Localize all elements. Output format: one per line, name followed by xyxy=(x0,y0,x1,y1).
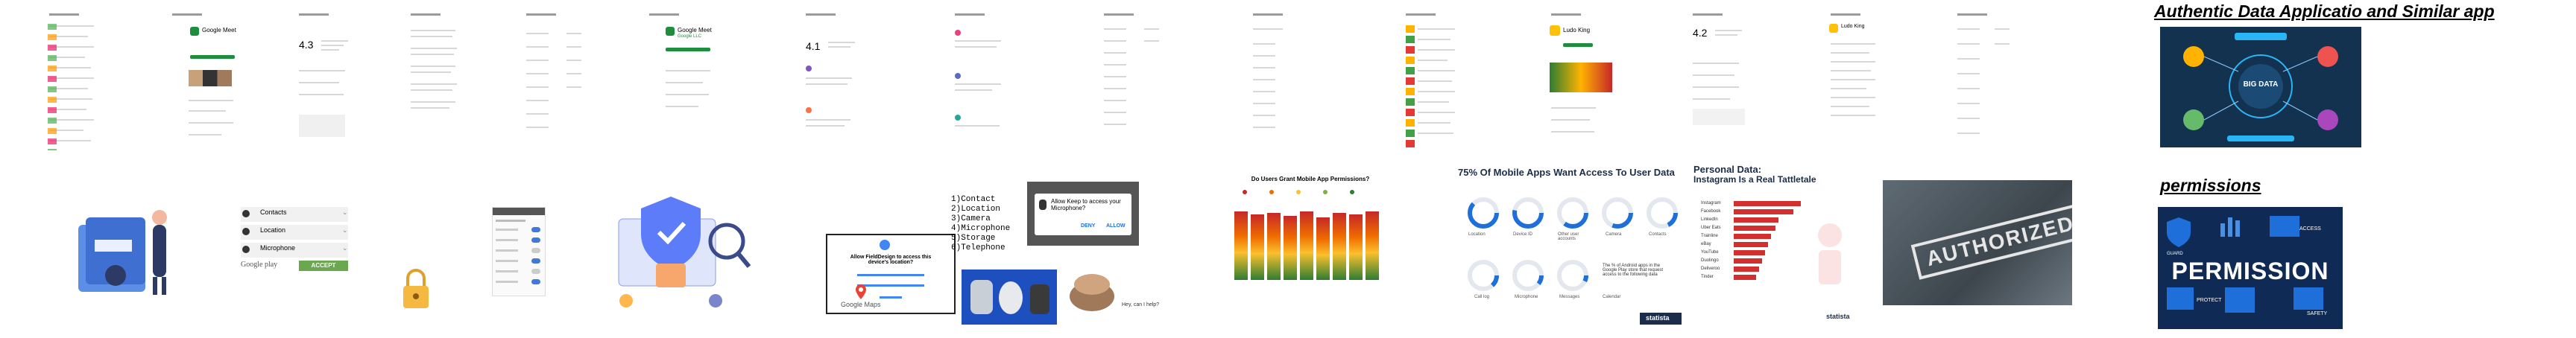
right-panel-title: Authentic Data Applicatio and Similar ap… xyxy=(2154,1,2495,21)
chart-2-label-call-log: Call log xyxy=(1474,295,1490,299)
permission-item-camera: 3)Camera xyxy=(951,214,991,223)
accept-button[interactable]: ACCEPT xyxy=(299,261,348,271)
chart-2-label-messages: Messages xyxy=(1559,295,1580,299)
google-maps-pin-icon xyxy=(856,284,866,299)
chart-2-label-device-id: Device ID xyxy=(1513,232,1533,237)
google-meet-store-screenshot: Google Meet xyxy=(168,10,236,156)
access-label: ACCESS xyxy=(2299,226,2321,232)
chart-2-rings xyxy=(1468,197,1682,325)
google-maps-label: Google Maps xyxy=(841,301,881,308)
permission-headline: PERMISSION xyxy=(2171,258,2329,284)
chart-2-label-other-accounts: Other user accounts xyxy=(1558,232,1579,241)
ratings-screenshot-1: 4.3 xyxy=(294,10,363,156)
permissions-list-screenshot xyxy=(522,10,590,156)
chart-1-title: Do Users Grant Mobile App Permissions? xyxy=(1251,176,1370,182)
app-info-screenshot xyxy=(1953,10,2021,156)
permission-item-microphone: 4)Microphone xyxy=(951,224,1011,233)
data-safety-screenshot xyxy=(1099,10,1168,156)
chart-2-label-calendar: Calendar xyxy=(1603,295,1621,299)
chart-2-label-camera: Camera xyxy=(1606,232,1622,237)
top-secret-illustration xyxy=(71,195,198,299)
chart-2-note: The % of Android apps in the Google Play… xyxy=(1603,264,1664,277)
app-permissions-settings-screenshot xyxy=(492,207,546,296)
chart-1-bars xyxy=(1234,190,1379,280)
app-list-screenshot xyxy=(45,10,113,156)
microphone-label: Microphone xyxy=(260,244,296,252)
chevron-down-icon[interactable]: ⌄ xyxy=(342,208,348,217)
padlock-icon xyxy=(400,268,432,310)
keep-dialog-screenshot: Allow Keep to access your Microphone? DE… xyxy=(1027,182,1139,246)
location-label: Location xyxy=(260,226,286,234)
permission-list: 1)Contact 2)Location 3)Camera 4)Micropho… xyxy=(951,195,1010,253)
ratings-screenshot-3: 4.2 xyxy=(1688,10,1757,156)
top-secret-folder-icon xyxy=(78,210,167,295)
authorized-stamp-image: AUTHORIZED xyxy=(1883,180,2072,305)
deny-button[interactable]: DENY xyxy=(1081,223,1095,229)
google-play-label: Google play xyxy=(241,261,278,269)
permission-item-contact: 1)Contact xyxy=(951,195,996,204)
contacts-label: Contacts xyxy=(260,208,287,216)
authorized-stamp: AUTHORIZED xyxy=(1910,203,2072,280)
reviews-screenshot xyxy=(406,10,475,156)
guard-label: GUARD xyxy=(2167,252,2183,256)
permission-request-card: Contacts ⌄ Location ⌄ Microphone ⌄ Googl… xyxy=(235,203,354,273)
permission-item-telephone: 6)Telephone xyxy=(951,243,1006,252)
security-shield-illustration xyxy=(604,189,753,316)
safety-label: SAFETY xyxy=(2307,311,2328,316)
protect-label: PROTECT xyxy=(2197,298,2222,303)
keep-dialog-text: Allow Keep to access your Microphone? xyxy=(1051,198,1121,211)
big-data-tile: BIG DATA xyxy=(2160,27,2361,147)
microphone-icon xyxy=(1039,200,1046,210)
location-pin-icon xyxy=(880,240,890,250)
chart-permissions-granted: Do Users Grant Mobile App Permissions? xyxy=(1230,176,1391,310)
smart-speakers-image xyxy=(962,270,1057,325)
chart-3-title-line2: Instagram Is a Real Tattletale xyxy=(1693,174,1816,185)
contacts-icon xyxy=(242,210,250,217)
permission-item-storage: 5)Storage xyxy=(951,234,996,243)
settings-toggles-screenshot xyxy=(1248,10,1317,156)
chevron-down-icon[interactable]: ⌄ xyxy=(342,244,348,252)
voice-prompt: Hey, can I help? xyxy=(1122,302,1160,307)
chart-2-label-microphone: Microphone xyxy=(1515,295,1538,299)
ludo-app-list-screenshot xyxy=(1401,10,1470,156)
chart-3-title-line1: Personal Data: xyxy=(1693,164,1762,175)
google-meet-store-screenshot-2: Google Meet Google LLC xyxy=(645,10,713,156)
ludo-king-store-screenshot-2: Ludo King xyxy=(1826,10,1895,156)
big-data-label: BIG DATA xyxy=(2243,80,2279,89)
ludo-king-store-screenshot: Ludo King xyxy=(1547,10,1615,156)
chevron-down-icon[interactable]: ⌄ xyxy=(342,226,348,235)
chart-instagram-tattletale: Personal Data: Instagram Is a Real Tattl… xyxy=(1692,164,1863,329)
statista-logo: statista xyxy=(1826,313,1850,320)
dialog-text: Allow FieldDesign to access this device'… xyxy=(850,255,932,265)
ratings-screenshot-2: 4.1 xyxy=(801,10,870,156)
statista-logo: statista xyxy=(1646,314,1670,322)
chart-2-label-location: Location xyxy=(1468,232,1486,237)
chart-2-title: 75% Of Mobile Apps Want Access To User D… xyxy=(1458,167,1675,178)
reviews-screenshot-2 xyxy=(950,10,1019,156)
allow-button[interactable]: ALLOW xyxy=(1106,223,1126,229)
speaker-image xyxy=(1066,267,1118,313)
chart-app-data-access: 75% Of Mobile Apps Want Access To User D… xyxy=(1453,164,1685,329)
permission-item-location: 2)Location xyxy=(951,205,1001,214)
permission-concept-tile: ACCESS PERMISSION GUARD PROTECT SAFETY xyxy=(2158,207,2343,329)
location-pin-icon xyxy=(242,228,250,235)
microphone-icon xyxy=(242,246,250,253)
permissions-caption: permissions xyxy=(2160,176,2261,195)
chart-3-app-list: Instagram Facebook LinkedIn Uber Eats Tr… xyxy=(1701,201,1721,279)
chart-2-label-contacts: Contacts xyxy=(1649,232,1667,237)
